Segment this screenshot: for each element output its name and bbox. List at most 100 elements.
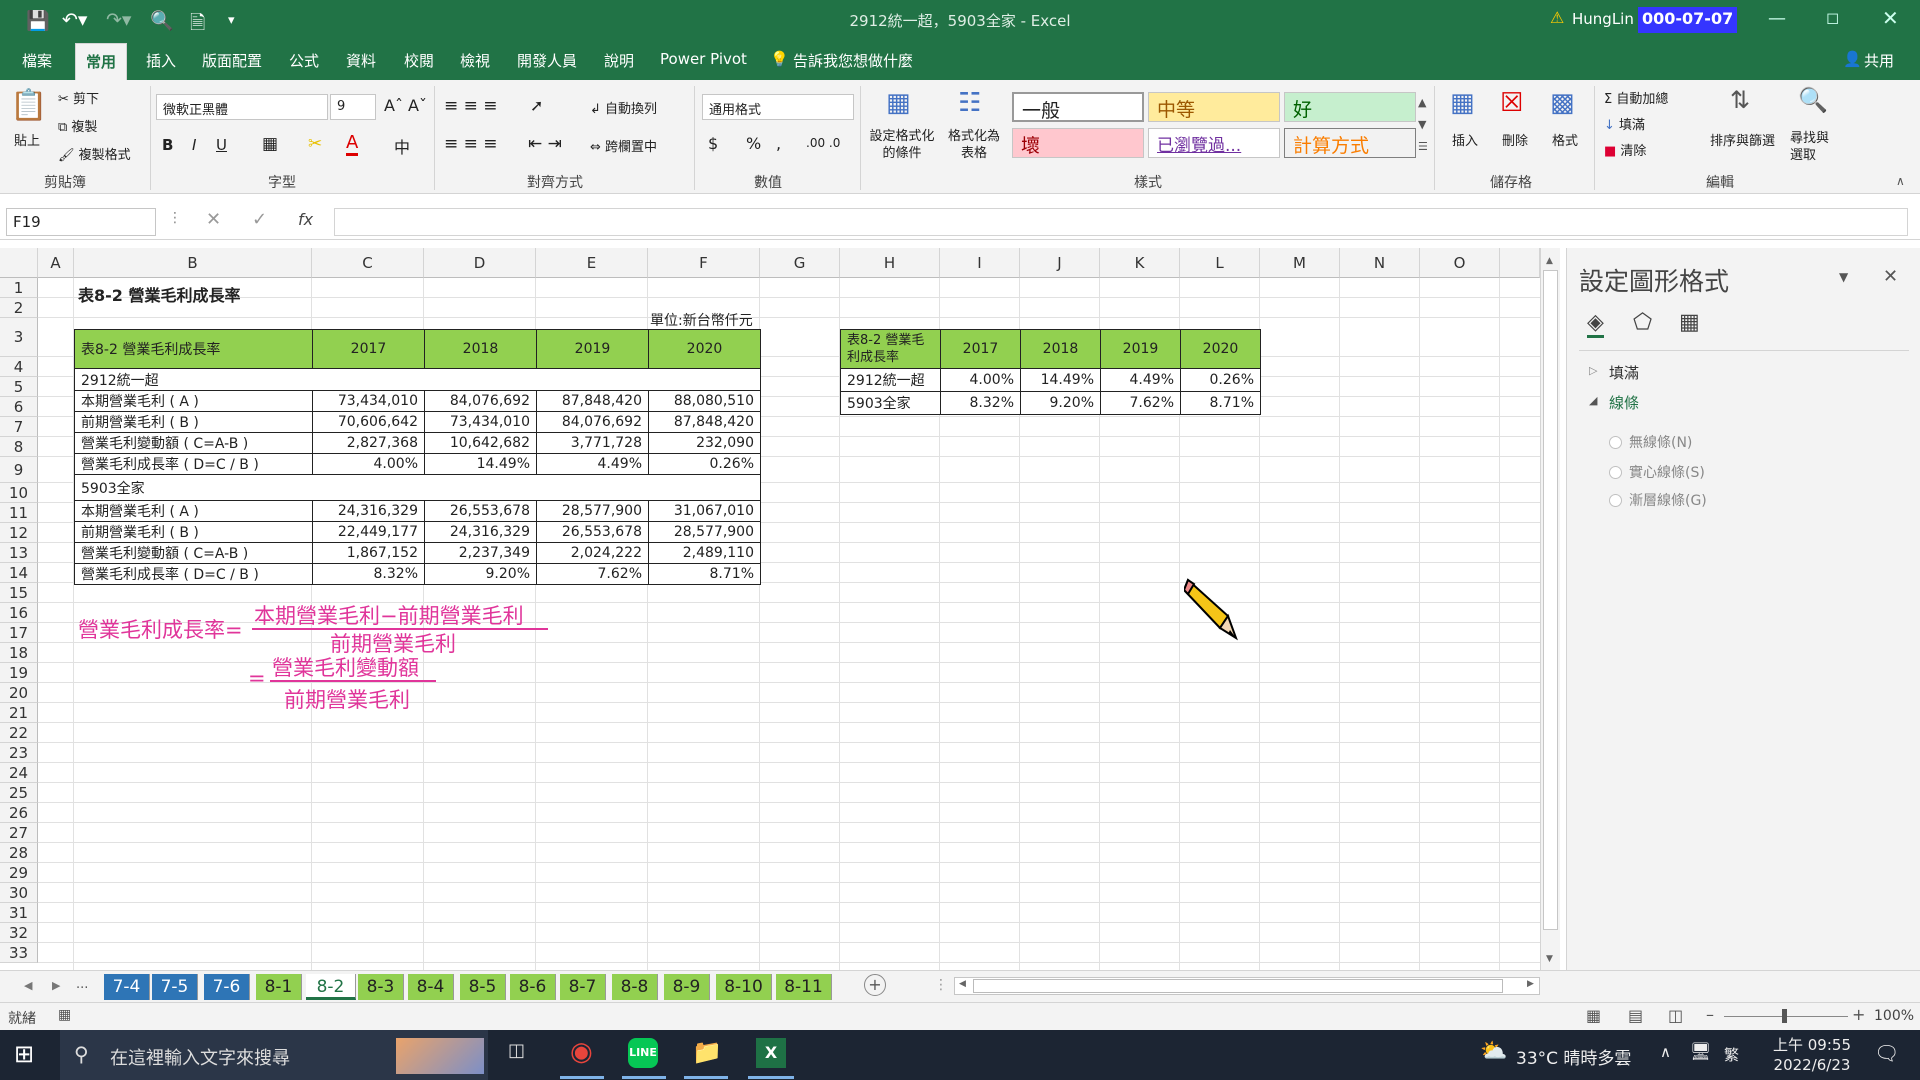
name-box[interactable]: F19	[6, 208, 156, 236]
scroll-left-icon[interactable]: ◀	[959, 979, 966, 989]
company-label[interactable]: 5903全家	[74, 474, 761, 501]
sheet-tab[interactable]: 7-4	[104, 974, 150, 1000]
table-cell[interactable]: 2,024,222	[536, 542, 649, 564]
table-cell[interactable]: 1,867,152	[312, 542, 425, 564]
row-header[interactable]: 1	[0, 278, 38, 298]
expand-fill-icon[interactable]: ▷	[1589, 364, 1597, 377]
style-good[interactable]: 好	[1284, 92, 1416, 122]
row-header[interactable]: 25	[0, 783, 38, 803]
find-select-button[interactable]: 尋找與選取	[1790, 130, 1830, 164]
row-header[interactable]: 7	[0, 417, 38, 437]
row-header[interactable]: 22	[0, 723, 38, 743]
customize-qat-icon[interactable]: ▾	[228, 13, 235, 28]
horizontal-scrollbar[interactable]: ◀ ▶	[954, 977, 1540, 995]
file-explorer-icon[interactable]: 📁	[692, 1038, 722, 1066]
sort-filter-icon[interactable]: ⇅	[1730, 86, 1750, 114]
save-icon[interactable]: 💾	[26, 9, 50, 32]
print-preview-icon[interactable]: 🔍	[150, 9, 174, 32]
notifications-icon[interactable]: 🗨	[1874, 1041, 1899, 1065]
more-sheets-icon[interactable]: ...	[76, 977, 88, 992]
line-section[interactable]: 線條	[1609, 392, 1639, 413]
table-cell[interactable]: 3,771,728	[536, 432, 649, 454]
row-header[interactable]: 16	[0, 603, 38, 623]
tab-page-layout[interactable]: 版面配置	[202, 50, 262, 71]
decimal-icon[interactable]: .00 .0	[806, 136, 840, 150]
currency-button[interactable]: $	[708, 134, 718, 153]
table-cell[interactable]: 84,076,692	[536, 411, 649, 433]
autosum-button[interactable]: Σ 自動加總	[1604, 88, 1668, 107]
table-cell[interactable]: 28,577,900	[648, 521, 761, 543]
row-header[interactable]: 21	[0, 703, 38, 723]
row-header[interactable]: 9	[0, 457, 38, 483]
user-name[interactable]: HungLin	[1572, 10, 1634, 28]
zoom-slider-thumb[interactable]	[1782, 1009, 1787, 1023]
scrollbar-thumb[interactable]	[1543, 270, 1558, 930]
fill-section[interactable]: 填滿	[1609, 362, 1639, 383]
row-label[interactable]: 營業毛利成長率 ( D=C / B )	[74, 453, 313, 475]
table-header-cell[interactable]: 表8-2 營業毛利成長率	[74, 329, 313, 369]
minimize-icon[interactable]: —	[1768, 8, 1786, 29]
insert-function-icon[interactable]: fx	[298, 210, 313, 229]
row-header[interactable]: 11	[0, 503, 38, 523]
ime-indicator[interactable]: 繁	[1724, 1044, 1739, 1065]
row-header[interactable]: 26	[0, 803, 38, 823]
table-cell[interactable]: 2,827,368	[312, 432, 425, 454]
col-header-i[interactable]: I	[940, 248, 1020, 278]
table-cell[interactable]: 4.00%	[940, 368, 1021, 392]
line-app-icon[interactable]: LINE	[628, 1038, 658, 1068]
row-header[interactable]: 31	[0, 903, 38, 923]
collapse-ribbon-icon[interactable]: ∧	[1896, 174, 1905, 188]
col-header-k[interactable]: K	[1100, 248, 1180, 278]
grow-font-icon[interactable]: Aˆ Aˇ	[384, 96, 427, 115]
table-cell[interactable]: 84,076,692	[424, 390, 537, 412]
row-header[interactable]: 24	[0, 763, 38, 783]
network-icon[interactable]: 🖥	[1690, 1042, 1712, 1062]
table-cell[interactable]: 8.71%	[1180, 391, 1261, 415]
maximize-icon[interactable]: ◻	[1826, 8, 1839, 27]
sheet-tab[interactable]: 8-9	[664, 974, 710, 1000]
year-header[interactable]: 2020	[1180, 329, 1261, 369]
table-cell[interactable]: 22,449,177	[312, 521, 425, 543]
formula-input[interactable]	[334, 208, 1908, 236]
scroll-up-icon[interactable]: ▲	[1546, 256, 1553, 266]
row-header[interactable]: 5	[0, 377, 38, 397]
orientation-icon[interactable]: ➚	[530, 96, 543, 115]
page-layout-view-icon[interactable]: ▤	[1628, 1006, 1643, 1025]
table-cell[interactable]: 24,316,329	[424, 521, 537, 543]
table-cell[interactable]: 87,848,420	[648, 411, 761, 433]
col-header-n[interactable]: N	[1340, 248, 1420, 278]
normal-view-icon[interactable]: ▦	[1586, 1006, 1601, 1025]
year-header[interactable]: 2017	[312, 329, 425, 369]
macro-record-icon[interactable]: ▦	[58, 1007, 71, 1023]
phonetic-icon[interactable]: 中	[394, 134, 410, 158]
tab-help[interactable]: 說明	[604, 50, 634, 71]
cancel-icon[interactable]: ✕	[206, 209, 221, 230]
merge-center-button[interactable]: ⇔ 跨欄置中	[590, 136, 657, 155]
table-cell[interactable]: 14.49%	[424, 453, 537, 475]
sheet-tab[interactable]: 7-5	[152, 974, 198, 1000]
insert-cells-button[interactable]: 插入	[1452, 130, 1478, 149]
delete-cells-button[interactable]: 刪除	[1502, 130, 1528, 149]
table-cell[interactable]: 87,848,420	[536, 390, 649, 412]
sheet-tab[interactable]: 8-7	[560, 974, 606, 1000]
col-header-l[interactable]: L	[1180, 248, 1260, 278]
table-cell[interactable]: 7.62%	[536, 563, 649, 585]
table-cell[interactable]: 73,434,010	[424, 411, 537, 433]
row-label[interactable]: 營業毛利變動額 ( C=A-B )	[74, 432, 313, 454]
row-label[interactable]: 前期營業毛利 ( B )	[74, 411, 313, 433]
underline-button[interactable]: U	[216, 136, 227, 154]
row-header[interactable]: 17	[0, 623, 38, 643]
indent-icon[interactable]: ⇤ ⇥	[528, 134, 562, 154]
row-header[interactable]: 32	[0, 923, 38, 943]
row-header[interactable]: 20	[0, 683, 38, 703]
cut-button[interactable]: ✂ 剪下	[58, 88, 99, 107]
find-select-icon[interactable]: 🔍	[1798, 86, 1828, 114]
year-header[interactable]: 2017	[940, 329, 1021, 369]
effects-icon[interactable]: ⬠	[1633, 310, 1652, 335]
table-cell[interactable]: 10,642,682	[424, 432, 537, 454]
gradient-line-radio[interactable]	[1609, 494, 1622, 507]
table-cell[interactable]: 9.20%	[1020, 391, 1101, 415]
confirm-icon[interactable]: ✓	[252, 209, 267, 230]
percent-button[interactable]: %	[746, 134, 761, 153]
row-label[interactable]: 2912統一超	[840, 368, 941, 392]
